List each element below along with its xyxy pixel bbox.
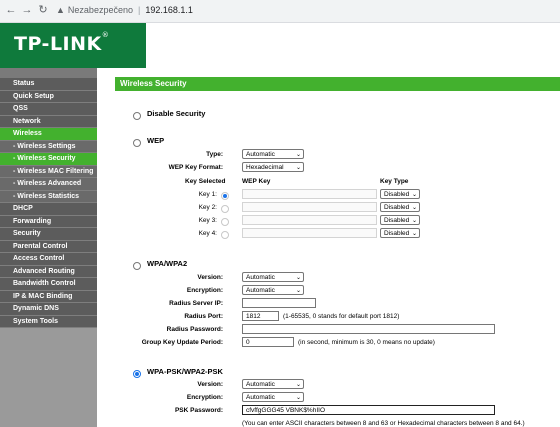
wep-label: WEP <box>147 136 165 145</box>
radius-port-label: Radius Port: <box>184 313 223 320</box>
url-text[interactable]: 192.168.1.1 <box>145 5 193 15</box>
key-3-type-select[interactable]: Disabled ⌄ <box>380 215 420 225</box>
wpa-label: WPA/WPA2 <box>147 259 188 268</box>
wpa-encryption-label: Encryption: <box>186 287 223 294</box>
sidebar-item-quick-setup[interactable]: Quick Setup <box>0 90 97 103</box>
sidebar-item-status[interactable]: Status <box>0 78 97 91</box>
sidebar-item-wireless-mac-filtering[interactable]: - Wireless MAC Filtering <box>0 165 97 178</box>
key-4-radio[interactable] <box>221 231 229 239</box>
security-status[interactable]: Nezabezpečeno <box>68 5 133 15</box>
chevron-down-icon: ⌄ <box>295 395 301 401</box>
key-2-type-select[interactable]: Disabled ⌄ <box>380 202 420 212</box>
chevron-down-icon: ⌄ <box>411 205 417 211</box>
chevron-down-icon: ⌄ <box>295 382 301 388</box>
disable-security-label: Disable Security <box>147 109 206 118</box>
wep-radio[interactable] <box>133 139 141 147</box>
sidebar-item-wireless[interactable]: Wireless <box>0 128 97 141</box>
radius-server-ip-label: Radius Server IP: <box>169 300 223 307</box>
key-type-header: Key Type <box>380 178 409 185</box>
disable-security-radio[interactable] <box>133 112 141 120</box>
group-key-update-note: (in second, minimum is 30, 0 means no up… <box>298 339 435 346</box>
key-1-input[interactable] <box>242 189 377 199</box>
tp-link-logo: TP-LINK® <box>14 31 110 55</box>
group-key-update-label: Group Key Update Period: <box>141 339 223 346</box>
wpa-psk-label: WPA-PSK/WPA2-PSK <box>147 367 223 376</box>
sidebar-item-dynamic-dns[interactable]: Dynamic DNS <box>0 303 97 316</box>
key-2-input[interactable] <box>242 202 377 212</box>
sidebar-item-parental-control[interactable]: Parental Control <box>0 240 97 253</box>
wpa-psk-radio[interactable] <box>133 370 141 378</box>
group-key-update-input[interactable]: 0 <box>242 337 294 347</box>
psk-version-label: Version: <box>197 381 223 388</box>
radius-server-ip-input[interactable] <box>242 298 316 308</box>
address-bar[interactable]: ▲ Nezabezpečeno | 192.168.1.1 <box>56 2 552 19</box>
psk-password-input[interactable]: cfvffgGGG45 VBNK$%hIIO <box>242 405 495 415</box>
sidebar-item-advanced-routing[interactable]: Advanced Routing <box>0 265 97 278</box>
radius-password-input[interactable] <box>242 324 495 334</box>
key-3-input[interactable] <box>242 215 377 225</box>
chevron-down-icon: ⌄ <box>295 288 301 294</box>
radius-port-input[interactable]: 1812 <box>242 311 279 321</box>
back-icon[interactable]: ← <box>4 3 18 17</box>
radius-port-note: (1-65535, 0 stands for default port 1812… <box>283 313 400 320</box>
sidebar-item-network[interactable]: Network <box>0 115 97 128</box>
key-4-type-select[interactable]: Disabled ⌄ <box>380 228 420 238</box>
sidebar-item-qss[interactable]: QSS <box>0 103 97 116</box>
forward-icon[interactable]: → <box>20 3 34 17</box>
chevron-down-icon: ⌄ <box>411 218 417 224</box>
key-3-label: Key 3: <box>198 217 217 224</box>
chevron-down-icon: ⌄ <box>411 192 417 198</box>
sidebar-item-security[interactable]: Security <box>0 228 97 241</box>
key-selected-header: Key Selected <box>185 178 226 185</box>
key-4-input[interactable] <box>242 228 377 238</box>
sidebar-menu: Status Quick Setup QSS Network Wireless … <box>0 68 97 427</box>
sidebar-item-access-control[interactable]: Access Control <box>0 253 97 266</box>
key-2-radio[interactable] <box>221 205 229 213</box>
warning-icon[interactable]: ▲ <box>56 2 65 19</box>
browser-toolbar: ← → ↻ ▲ Nezabezpečeno | 192.168.1.1 <box>0 0 560 23</box>
sidebar-item-wireless-statistics[interactable]: - Wireless Statistics <box>0 190 97 203</box>
key-3-radio[interactable] <box>221 218 229 226</box>
wpa-radio[interactable] <box>133 262 141 270</box>
sidebar-item-system-tools[interactable]: System Tools <box>0 315 97 328</box>
radius-password-label: Radius Password: <box>166 326 223 333</box>
address-separator: | <box>137 5 141 15</box>
key-4-label: Key 4: <box>198 230 217 237</box>
psk-password-label: PSK Password: <box>174 407 223 414</box>
chevron-down-icon: ⌄ <box>295 152 301 158</box>
key-1-radio[interactable] <box>221 192 229 200</box>
psk-version-select[interactable]: Automatic ⌄ <box>242 379 304 389</box>
wpa-version-label: Version: <box>197 274 223 281</box>
wpa-version-select[interactable]: Automatic ⌄ <box>242 272 304 282</box>
psk-password-note: (You can enter ASCII characters between … <box>242 420 525 427</box>
chevron-down-icon: ⌄ <box>295 165 301 171</box>
sidebar-item-forwarding[interactable]: Forwarding <box>0 215 97 228</box>
key-1-label: Key 1: <box>198 191 217 198</box>
sidebar-item-wireless-advanced[interactable]: - Wireless Advanced <box>0 178 97 191</box>
reload-icon[interactable]: ↻ <box>36 3 50 17</box>
chevron-down-icon: ⌄ <box>411 231 417 237</box>
chevron-down-icon: ⌄ <box>295 275 301 281</box>
psk-encryption-select[interactable]: Automatic ⌄ <box>242 392 304 402</box>
main-content: Wireless Security Disable Security WEP T… <box>97 68 560 427</box>
sidebar-item-wireless-settings[interactable]: - Wireless Settings <box>0 140 97 153</box>
sidebar-item-wireless-security[interactable]: - Wireless Security <box>0 153 97 166</box>
sidebar-item-ip-mac-binding[interactable]: IP & MAC Binding <box>0 290 97 303</box>
page-title: Wireless Security <box>115 77 560 91</box>
wep-key-format-label: WEP Key Format: <box>168 164 223 171</box>
sidebar-item-bandwidth-control[interactable]: Bandwidth Control <box>0 278 97 291</box>
key-1-type-select[interactable]: Disabled ⌄ <box>380 189 420 199</box>
wpa-encryption-select[interactable]: Automatic ⌄ <box>242 285 304 295</box>
psk-encryption-label: Encryption: <box>186 394 223 401</box>
wep-key-format-select[interactable]: Hexadecimal ⌄ <box>242 162 304 172</box>
wep-type-label: Type: <box>206 151 223 158</box>
key-2-label: Key 2: <box>198 204 217 211</box>
wep-type-select[interactable]: Automatic ⌄ <box>242 149 304 159</box>
wep-key-header: WEP Key <box>242 178 271 185</box>
sidebar-item-dhcp[interactable]: DHCP <box>0 203 97 216</box>
router-header: TP-LINK® <box>0 23 560 68</box>
